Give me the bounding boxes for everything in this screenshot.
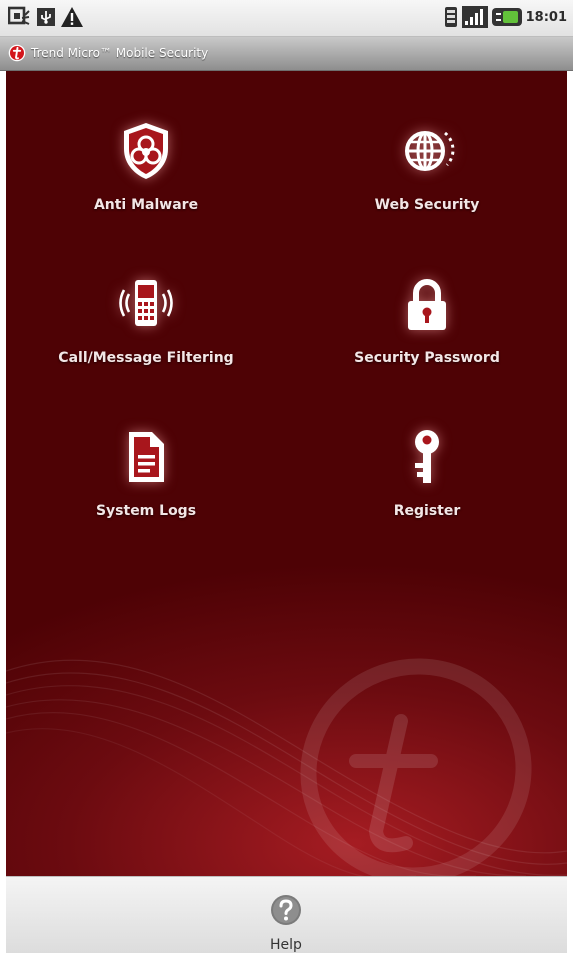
status-bar: 18:01 (0, 0, 573, 37)
web-security-tile[interactable]: Web Security (287, 119, 567, 269)
web-security-label: Web Security (374, 197, 480, 213)
app-title-bar: Trend Micro™ Mobile Security (0, 37, 573, 71)
screen: 18:01 Trend Micro™ Mobile Security Anti … (0, 0, 573, 953)
key-icon (395, 425, 459, 489)
trend-micro-logo-icon (8, 44, 26, 66)
status-time: 18:01 (525, 10, 567, 25)
vibrate-icon (444, 6, 458, 32)
main-menu: Anti Malware Web Security Call/Message F… (6, 71, 567, 876)
system-logs-label: System Logs (95, 503, 197, 519)
bottom-bar: Help (6, 876, 567, 953)
anti-malware-tile[interactable]: Anti Malware (6, 119, 286, 269)
system-logs-tile[interactable]: System Logs (6, 425, 286, 575)
padlock-icon (395, 272, 459, 336)
warning-icon (60, 6, 84, 32)
battery-icon (492, 6, 522, 32)
app-title: Trend Micro™ Mobile Security (31, 46, 209, 60)
signal-icon (462, 6, 488, 32)
anti-malware-label: Anti Malware (93, 197, 199, 213)
register-label: Register (393, 503, 461, 519)
biohazard-shield-icon (114, 119, 178, 183)
security-password-label: Security Password (354, 350, 500, 366)
call-message-filtering-label: Call/Message Filtering (58, 350, 234, 366)
phone-icon (114, 272, 178, 336)
register-tile[interactable]: Register (287, 425, 567, 575)
call-message-filtering-tile[interactable]: Call/Message Filtering (6, 272, 286, 422)
usb-debug-icon (7, 6, 32, 32)
security-password-tile[interactable]: Security Password (287, 272, 567, 422)
globe-icon (395, 119, 459, 183)
help-label: Help (270, 937, 302, 953)
document-icon (114, 425, 178, 489)
usb-icon (36, 6, 56, 32)
help-button[interactable]: Help (246, 883, 326, 953)
help-icon (269, 893, 303, 931)
